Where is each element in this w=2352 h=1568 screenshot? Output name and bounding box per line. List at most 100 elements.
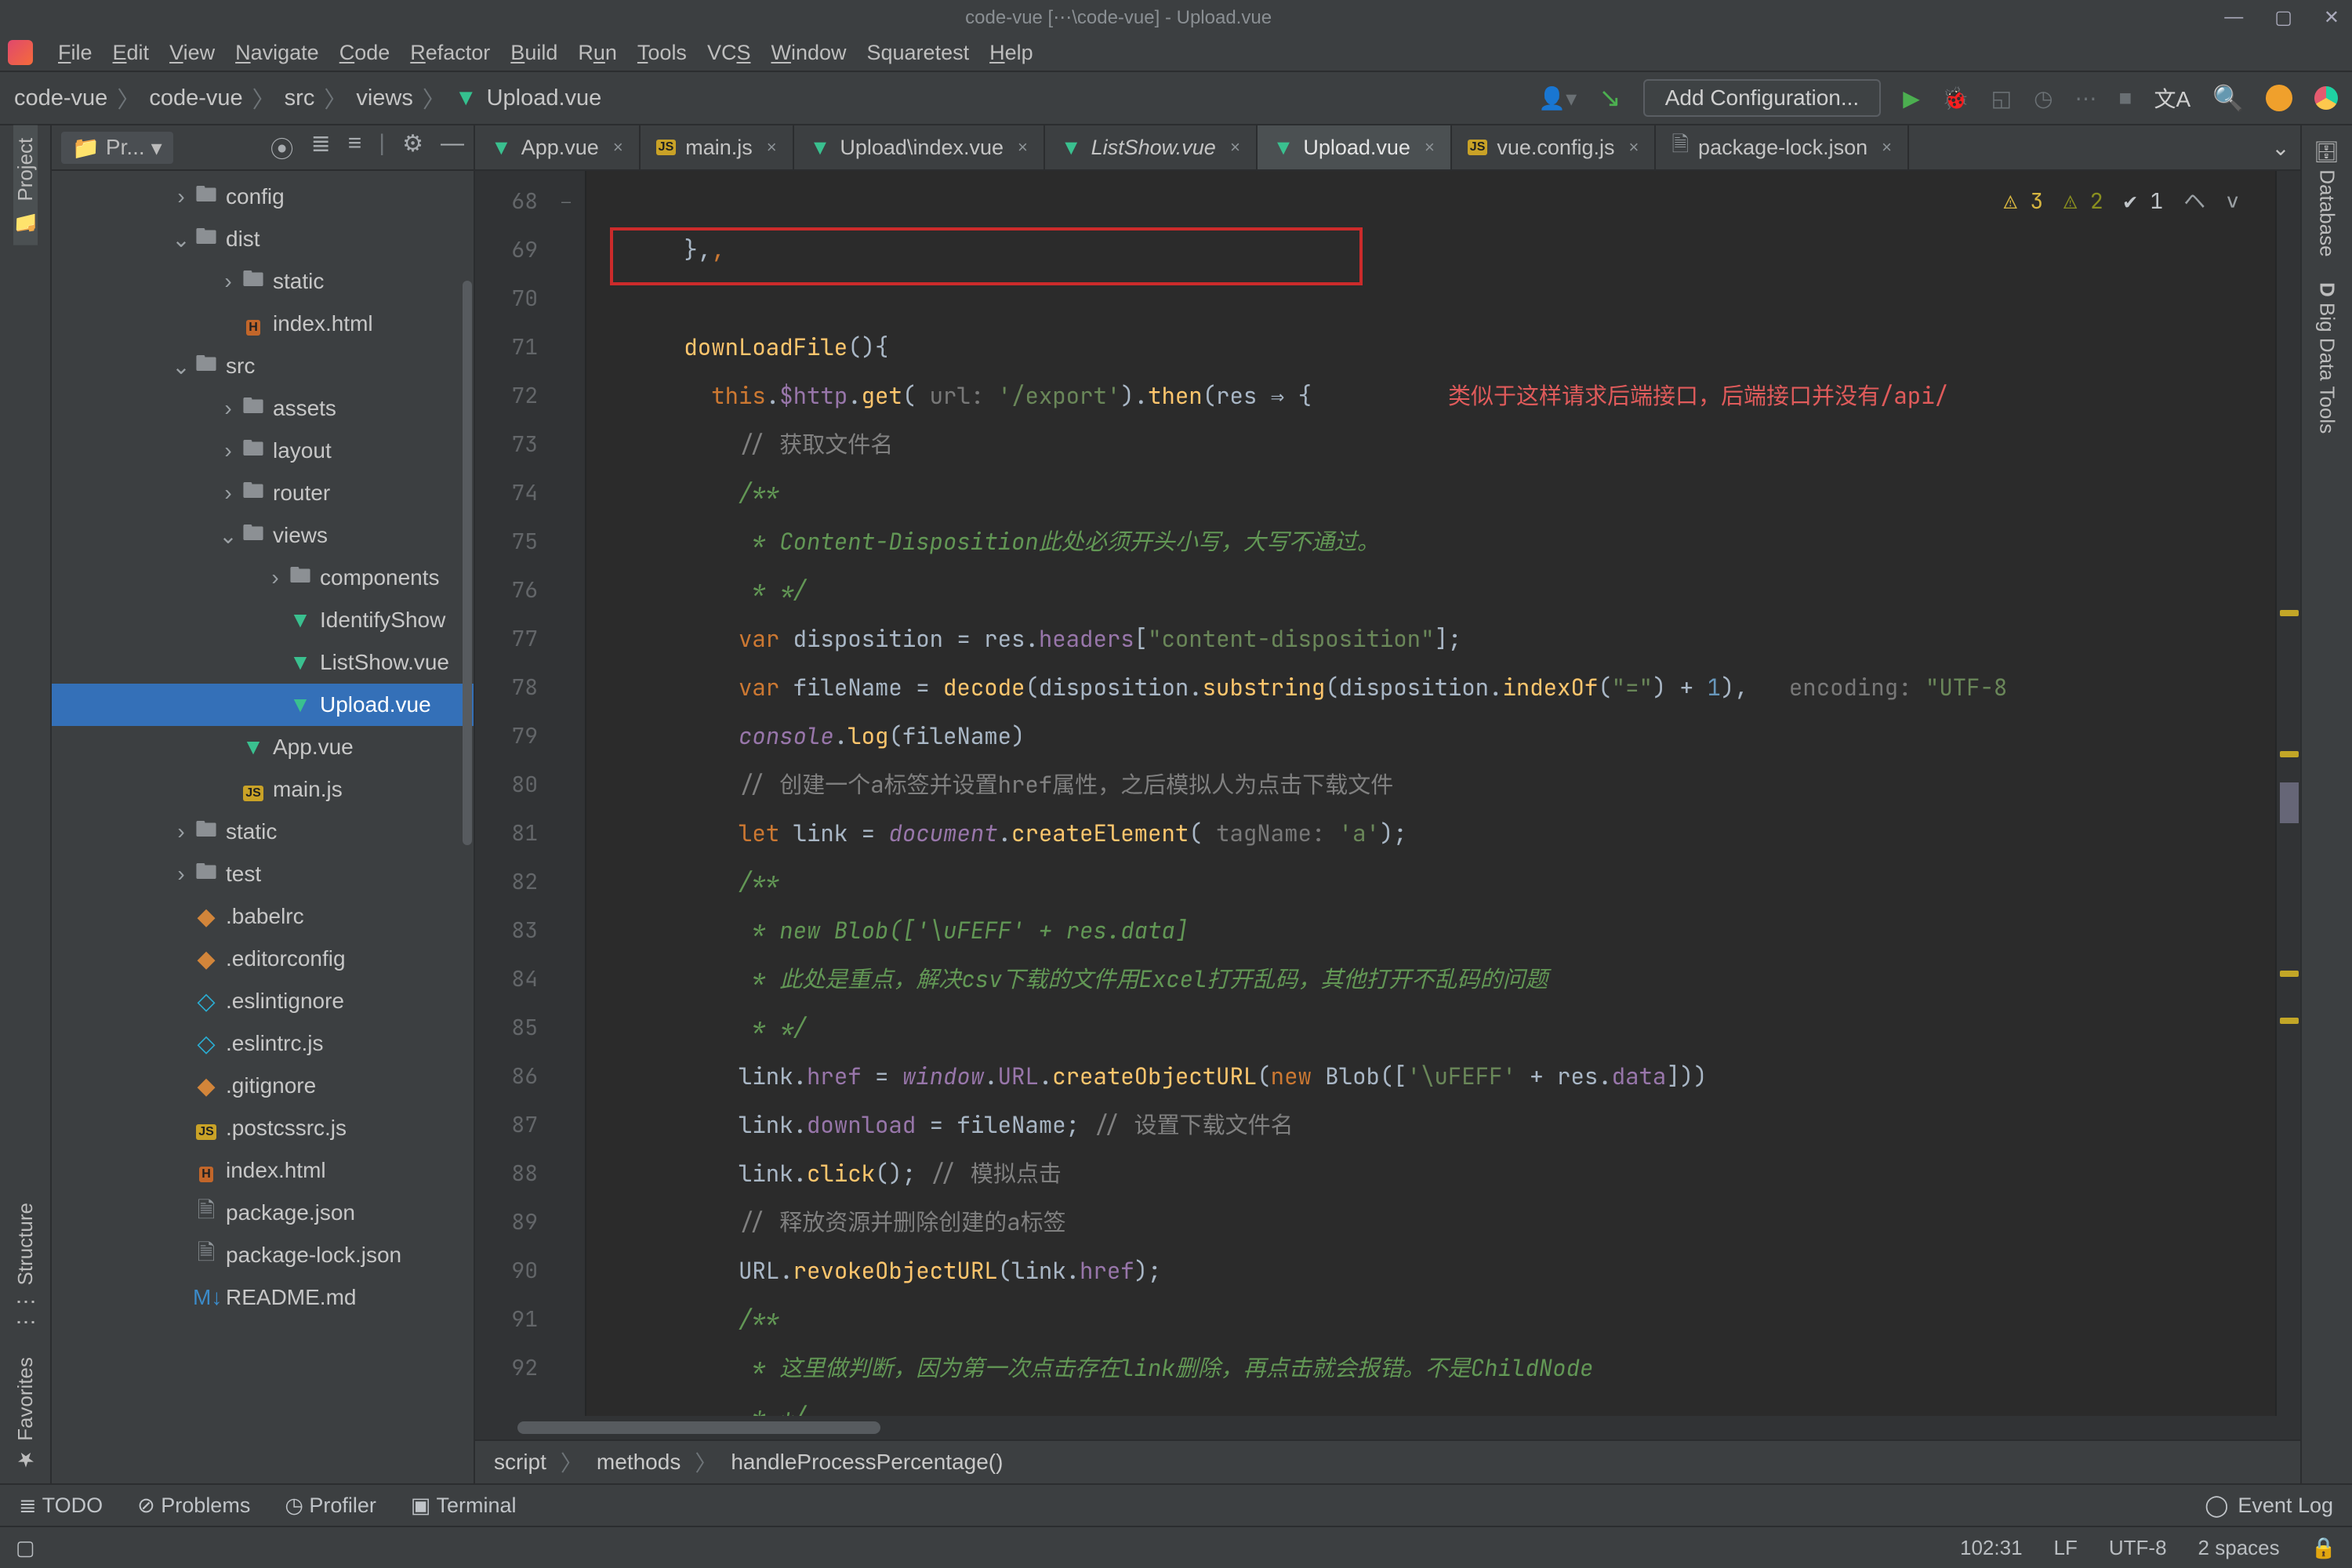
- left-tool-project[interactable]: 📁 Project: [13, 125, 38, 245]
- tab-close-icon[interactable]: ×: [767, 137, 777, 158]
- tool-profiler[interactable]: ◷ Profiler: [285, 1494, 376, 1518]
- tab-package-lock-json[interactable]: 🗎 package-lock.json ×: [1656, 125, 1909, 169]
- tree-node-config[interactable]: ›🖿config: [52, 176, 474, 218]
- user-switch-icon[interactable]: 👤▾: [1538, 85, 1577, 111]
- tree-node-index-html[interactable]: Hindex.html: [52, 303, 474, 345]
- tab-upload-index-vue[interactable]: ▼ Upload\index.vue ×: [794, 125, 1045, 169]
- breadcrumb[interactable]: code-vue〉 code-vue〉 src〉 views〉 ▼ Upload…: [14, 82, 601, 114]
- crumb-module[interactable]: code-vue: [149, 85, 242, 111]
- editor-breadcrumb[interactable]: script〉 methods〉 handleProcessPercentage…: [475, 1439, 2300, 1483]
- left-tool-structure[interactable]: ⋮⋮ Structure: [13, 1190, 38, 1345]
- status-encoding[interactable]: UTF-8: [2109, 1536, 2167, 1560]
- run-icon[interactable]: ▶: [1903, 85, 1920, 111]
- tree-node-src[interactable]: ⌄🖿src: [52, 345, 474, 387]
- crumb-src[interactable]: src: [285, 85, 315, 111]
- hide-panel-icon[interactable]: —: [441, 130, 464, 165]
- tree-node-main-js[interactable]: JSmain.js: [52, 768, 474, 811]
- menu-navigate[interactable]: Navigate: [235, 41, 319, 65]
- menu-tools[interactable]: Tools: [637, 41, 687, 65]
- service-status-icon[interactable]: [2314, 86, 2338, 110]
- tree-node-test[interactable]: ›🖿test: [52, 853, 474, 895]
- tree-node-static[interactable]: ›🖿static: [52, 811, 474, 853]
- tree-node-index-html[interactable]: Hindex.html: [52, 1149, 474, 1192]
- tabs-overflow-icon[interactable]: ⌄: [2261, 125, 2300, 169]
- inspection-indicators[interactable]: ⚠ 3 ⚠ 2 ✔ 1 ヘ ∨: [2004, 177, 2239, 226]
- menu-squaretest[interactable]: Squaretest: [867, 41, 970, 65]
- search-icon[interactable]: 🔍: [2212, 83, 2244, 113]
- tool-problems[interactable]: ⊘ Problems: [137, 1494, 250, 1518]
- weak-warning-icon[interactable]: ⚠ 2: [2063, 177, 2103, 226]
- add-configuration-button[interactable]: Add Configuration...: [1643, 79, 1882, 117]
- project-tree[interactable]: ›🖿config⌄🖿dist›🖿staticHindex.html⌄🖿src›🖿…: [52, 171, 474, 1483]
- typo-icon[interactable]: ✔ 1: [2124, 177, 2163, 226]
- settings-gear-icon[interactable]: ⚙: [402, 130, 423, 165]
- project-scrollbar[interactable]: [463, 281, 472, 845]
- tree-node-layout[interactable]: ›🖿layout: [52, 430, 474, 472]
- menu-edit[interactable]: Edit: [113, 41, 150, 65]
- tab-close-icon[interactable]: ×: [1425, 137, 1435, 158]
- tab-main-js[interactable]: JS main.js ×: [641, 125, 794, 169]
- tab-close-icon[interactable]: ×: [1628, 137, 1639, 158]
- profile-icon[interactable]: ◷: [2034, 85, 2053, 111]
- status-readonly-lock-icon[interactable]: 🔒: [2311, 1536, 2336, 1560]
- tree-node--eslintignore[interactable]: ◇.eslintignore: [52, 980, 474, 1022]
- right-tool-database[interactable]: 🗄 Database: [2315, 125, 2339, 270]
- tree-node--babelrc[interactable]: ◆.babelrc: [52, 895, 474, 938]
- tab-close-icon[interactable]: ×: [613, 137, 623, 158]
- menu-file[interactable]: File: [58, 41, 93, 65]
- tab-close-icon[interactable]: ×: [1882, 137, 1892, 158]
- tab-app-vue[interactable]: ▼ App.vue ×: [475, 125, 641, 169]
- crumb-file[interactable]: Upload.vue: [487, 85, 602, 111]
- prev-highlight-icon[interactable]: ヘ: [2183, 177, 2205, 226]
- line-number-gutter[interactable]: 68 69 70 71 72 73 74 75 76 77 78 79 80 8…: [475, 171, 550, 1416]
- tab-upload-vue[interactable]: ▼ Upload.vue ×: [1258, 125, 1452, 169]
- gutter-icons[interactable]: –: [550, 171, 586, 1416]
- menu-build[interactable]: Build: [510, 41, 557, 65]
- window-minimize-icon[interactable]: —: [2224, 6, 2243, 29]
- status-indent[interactable]: 2 spaces: [2198, 1536, 2280, 1560]
- tree-node-components[interactable]: ›🖿components: [52, 557, 474, 599]
- window-maximize-icon[interactable]: ▢: [2274, 6, 2292, 29]
- select-opened-file-icon[interactable]: ⦿: [270, 130, 294, 165]
- coverage-icon[interactable]: ◱: [1991, 85, 2012, 111]
- menu-code[interactable]: Code: [339, 41, 390, 65]
- tree-node-static[interactable]: ›🖿static: [52, 260, 474, 303]
- crumb-root[interactable]: code-vue: [14, 85, 107, 111]
- window-close-icon[interactable]: ✕: [2324, 6, 2339, 29]
- stop-icon[interactable]: ■: [2119, 85, 2132, 111]
- tree-node-readme-md[interactable]: M↓README.md: [52, 1276, 474, 1319]
- warning-icon[interactable]: ⚠ 3: [2004, 177, 2043, 226]
- tree-node-package-json[interactable]: 🗎package.json: [52, 1192, 474, 1234]
- next-highlight-icon[interactable]: ∨: [2226, 177, 2239, 226]
- tree-node--gitignore[interactable]: ◆.gitignore: [52, 1065, 474, 1107]
- tree-node-assets[interactable]: ›🖿assets: [52, 387, 474, 430]
- tool-terminal[interactable]: ▣ Terminal: [411, 1494, 517, 1518]
- tab-close-icon[interactable]: ×: [1018, 137, 1028, 158]
- code-editor[interactable]: },, downLoadFile(){ this.$http.get( url:…: [586, 171, 2275, 1416]
- crumb-views[interactable]: views: [356, 85, 413, 111]
- tab-listshow-vue[interactable]: ▼ ListShow.vue ×: [1045, 125, 1258, 169]
- tree-node--editorconfig[interactable]: ◆.editorconfig: [52, 938, 474, 980]
- menu-vcs[interactable]: VCS: [707, 41, 751, 65]
- menu-run[interactable]: Run: [578, 41, 617, 65]
- crumb-methods[interactable]: methods: [597, 1450, 681, 1475]
- status-caret-position[interactable]: 102:31: [1960, 1536, 2023, 1560]
- left-tool-favorites[interactable]: ★ Favorites: [13, 1345, 38, 1483]
- attach-icon[interactable]: ⋯: [2075, 85, 2097, 111]
- crumb-fn[interactable]: handleProcessPercentage(): [731, 1450, 1003, 1475]
- tree-node-listshow-vue[interactable]: ▼ListShow.vue: [52, 641, 474, 684]
- translate-icon[interactable]: 文A: [2154, 82, 2190, 114]
- tree-node-upload-vue[interactable]: ▼Upload.vue: [52, 684, 474, 726]
- tool-todo[interactable]: ≣ TODO: [19, 1494, 103, 1518]
- debug-icon[interactable]: 🐞: [1942, 85, 1969, 111]
- menu-view[interactable]: View: [169, 41, 215, 65]
- tree-node--eslintrc-js[interactable]: ◇.eslintrc.js: [52, 1022, 474, 1065]
- menu-help[interactable]: Help: [989, 41, 1033, 65]
- expand-all-icon[interactable]: ≣: [311, 130, 331, 165]
- right-tool-bigdata[interactable]: D Big Data Tools: [2315, 270, 2339, 446]
- menu-window[interactable]: Window: [771, 41, 846, 65]
- status-quick-actions-icon[interactable]: ▢: [16, 1536, 35, 1560]
- tree-node-router[interactable]: ›🖿router: [52, 472, 474, 514]
- tree-node-identifyshow[interactable]: ▼IdentifyShow: [52, 599, 474, 641]
- tree-node-app-vue[interactable]: ▼App.vue: [52, 726, 474, 768]
